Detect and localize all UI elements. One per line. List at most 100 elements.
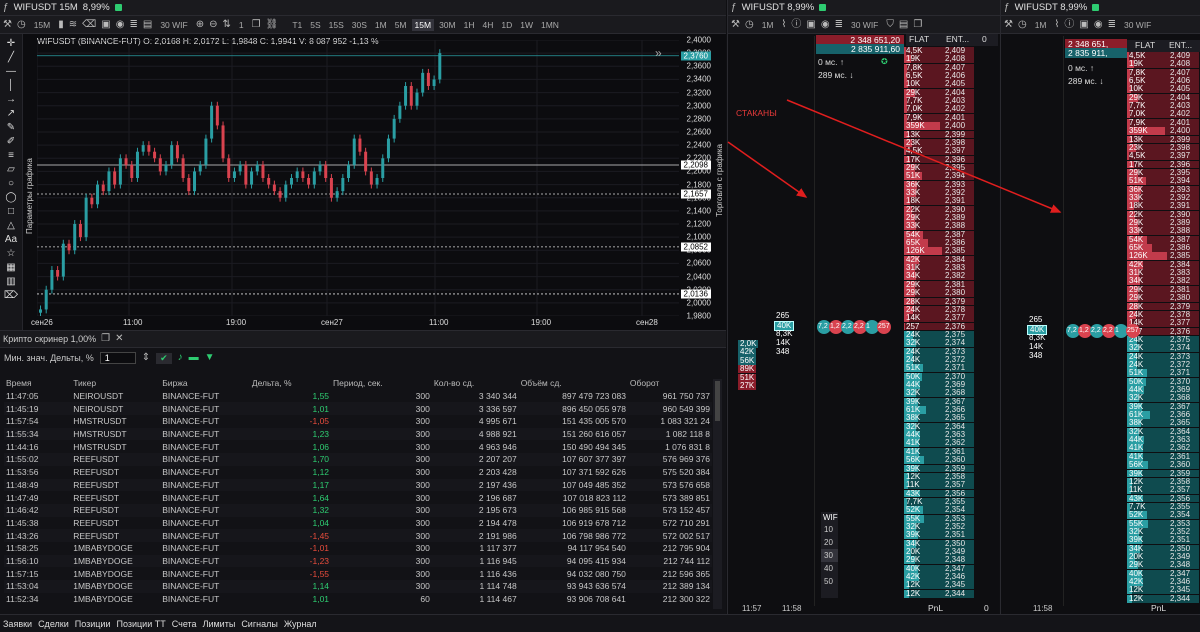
sort-icon[interactable]: ⇅ <box>223 19 231 30</box>
table-row[interactable]: 11:55:34 HMSTRUSDT BINANCE-FUT 1,23 300 4 988… <box>4 427 712 441</box>
orderbook-row[interactable]: 12K 2,344 <box>1127 594 1199 603</box>
orderbook-row[interactable]: 4,5K 2,397 <box>904 146 974 156</box>
graph-icon[interactable]: ⌇ <box>782 19 787 30</box>
line-tool-icon[interactable]: ╱ <box>8 52 14 64</box>
dom1-head-flat[interactable]: FLAT <box>906 34 944 46</box>
candle-chart[interactable] <box>37 40 679 316</box>
table-row[interactable]: 11:43:26 REEFUSDT BINANCE-FUT -1,45 300 2 191… <box>4 529 712 542</box>
orderbook-row[interactable]: 56K 2,360 <box>904 455 974 465</box>
info-icon[interactable]: ⓘ <box>791 19 801 30</box>
lot-select[interactable]: 30 WIF <box>157 19 190 31</box>
counter-value[interactable]: 1 <box>236 19 247 31</box>
zoom-in-icon[interactable]: ⊕ <box>196 19 204 30</box>
table-row[interactable]: 11:44:16 HMSTRUSDT BINANCE-FUT 1,06 300 4 963… <box>4 440 712 454</box>
dom1-interval[interactable]: 1M <box>759 19 777 31</box>
timeframe-1MN[interactable]: 1MN <box>538 19 562 31</box>
candles-icon[interactable]: ▮ <box>58 19 64 30</box>
bottom-tab[interactable]: Позиции <box>75 619 111 629</box>
layers-icon[interactable]: ≋ <box>69 19 77 30</box>
orderbook-row[interactable]: 359K 2,400 <box>904 121 974 131</box>
table-row[interactable]: 11:57:54 HMSTRUSDT BINANCE-FUT -1,05 300 4 99… <box>4 415 712 428</box>
list-icon[interactable]: ≣ <box>835 19 843 30</box>
column-header[interactable]: Тикер <box>71 377 160 390</box>
interval-select[interactable]: 15M <box>31 19 54 31</box>
ray-tool-icon[interactable]: → <box>6 94 16 106</box>
hline-tool-icon[interactable]: — <box>6 66 16 78</box>
table-row[interactable]: 11:57:15 1MBABYDOGE BINANCE-FUT -1,55 300 1 1… <box>4 567 712 580</box>
column-header[interactable]: Биржа <box>160 377 250 390</box>
wallet-icon[interactable]: ▤ <box>143 19 152 30</box>
orderbook-row[interactable]: 29K 2,380 <box>1127 293 1199 303</box>
bottom-tab[interactable]: Лимиты <box>203 619 236 629</box>
orderbook-row[interactable]: 51K 2,394 <box>1127 177 1199 186</box>
vline-tool-icon[interactable]: │ <box>8 80 14 92</box>
min-delta-input[interactable]: 1 <box>99 352 136 364</box>
copy-icon[interactable]: ❐ <box>252 19 261 30</box>
grid-tool-icon[interactable]: ▦ <box>6 262 15 274</box>
alarm-icon[interactable]: ◉ <box>821 19 830 30</box>
close-icon[interactable]: ✕ <box>115 334 123 344</box>
lot-option[interactable]: 50 <box>821 575 838 588</box>
lot-option[interactable]: 40 <box>821 562 838 575</box>
lot-option[interactable]: 10 <box>821 523 838 536</box>
timeframe-1D[interactable]: 1D <box>498 19 515 31</box>
bottom-tab[interactable]: Счета <box>172 619 197 629</box>
timeframe-1H[interactable]: 1H <box>461 19 478 31</box>
dom1-head-ent[interactable]: ENT... <box>944 34 978 46</box>
table-row[interactable]: 11:55:02 REEFUSDT BINANCE-FUT 1,70 300 2 207 … <box>4 453 712 466</box>
orderbook-row[interactable]: 11K 2,357 <box>1127 485 1199 495</box>
filter-icon[interactable]: ▼ <box>205 353 215 363</box>
dom2-interval[interactable]: 1M <box>1032 19 1050 31</box>
dom2-lot[interactable]: 30 WIF <box>1121 19 1154 31</box>
bell-icon[interactable]: ♪ <box>178 353 183 363</box>
link-icon[interactable]: ⛓ <box>266 19 279 30</box>
bottom-tab[interactable]: Позиции ТТ <box>117 619 166 629</box>
list-icon[interactable]: ≣ <box>1108 19 1116 30</box>
bars-tool-icon[interactable]: ▥ <box>6 276 15 288</box>
ellipse-tool-icon[interactable]: ◯ <box>5 192 16 204</box>
timeframe-1W[interactable]: 1W <box>517 19 536 31</box>
timeframe-1M[interactable]: 1M <box>372 19 390 31</box>
triangle-tool-icon[interactable]: △ <box>7 220 15 232</box>
orderbook-row[interactable]: 52K 2,354 <box>1127 511 1199 520</box>
orderbook-row[interactable]: 51K 2,394 <box>904 172 974 181</box>
bottom-tab[interactable]: Заявки <box>3 619 32 629</box>
star-tool-icon[interactable]: ☆ <box>7 248 16 260</box>
orderbook-row[interactable]: 14K 2,377 <box>904 313 974 323</box>
alarm-icon[interactable]: ◉ <box>116 19 125 30</box>
table-row[interactable]: 11:52:34 1MBABYDOGE BINANCE-FUT 1,01 60 1 114… <box>4 592 712 606</box>
crosshair-icon[interactable]: ✛ <box>7 38 15 50</box>
orderbook-row[interactable]: 4,5K 2,397 <box>1127 151 1199 161</box>
lot-selector[interactable]: WIF 10 20 30 40 50 <box>821 512 838 598</box>
bag-icon[interactable]: ▤ <box>899 19 908 30</box>
table-row[interactable]: 11:53:56 REEFUSDT BINANCE-FUT 1,12 300 2 203 … <box>4 465 712 479</box>
column-header[interactable]: Оборот <box>628 377 712 390</box>
table-row[interactable]: 11:53:04 1MBABYDOGE BINANCE-FUT 1,14 300 1 11… <box>4 580 712 593</box>
table-row[interactable]: 11:47:49 REEFUSDT BINANCE-FUT 1,64 300 2 196 … <box>4 491 712 504</box>
column-header[interactable]: Объём сд. <box>519 377 628 390</box>
timeframe-30S[interactable]: 30S <box>349 19 370 31</box>
column-header[interactable]: Период, сек. <box>331 377 432 390</box>
clock-icon[interactable]: ◷ <box>1018 19 1027 30</box>
table-row[interactable]: 11:56:10 1MBABYDOGE BINANCE-FUT -1,23 300 1 1… <box>4 554 712 568</box>
chart-area[interactable]: WIFUSDT (BINANCE-FUT) O: 2,0168 H: 2,017… <box>23 34 726 330</box>
timeframe-15M[interactable]: 15M <box>411 18 435 31</box>
timeframe-4H[interactable]: 4H <box>479 19 496 31</box>
info-icon[interactable]: ⓘ <box>1064 19 1074 30</box>
table-row[interactable]: 11:46:42 REEFUSDT BINANCE-FUT 1,32 300 2 195 … <box>4 503 712 517</box>
screener-scrollbar[interactable] <box>713 379 722 609</box>
channel-tool-icon[interactable]: ▱ <box>7 164 15 176</box>
dom1-ladder[interactable]: 4,5K 2,409 19K 2,408 7,8K 2,407 6,5K 2,406 10K 2,… <box>904 46 974 599</box>
timeframe-15S[interactable]: 15S <box>326 19 347 31</box>
table-row[interactable]: 11:58:25 1MBABYDOGE BINANCE-FUT -1,01 300 1 1… <box>4 541 712 555</box>
table-row[interactable]: 11:45:38 REEFUSDT BINANCE-FUT 1,04 300 2 194 … <box>4 516 712 530</box>
table-row[interactable]: 11:45:19 NEIROUSDT BINANCE-FUT 1,01 300 3 336… <box>4 402 712 416</box>
dom1-lot[interactable]: 30 WIF <box>848 19 881 31</box>
lock-icon[interactable]: ▣ <box>101 19 110 30</box>
list-icon[interactable]: ≣ <box>129 19 137 30</box>
orderbook-row[interactable]: 12K 2,344 <box>904 589 974 598</box>
chart-trading-label[interactable]: Торговля с графика <box>715 144 724 217</box>
trash-icon[interactable]: ⌦ <box>4 290 18 302</box>
column-header[interactable]: Время <box>4 377 71 390</box>
table-row[interactable]: 11:48:49 REEFUSDT BINANCE-FUT 1,17 300 2 197 … <box>4 478 712 492</box>
